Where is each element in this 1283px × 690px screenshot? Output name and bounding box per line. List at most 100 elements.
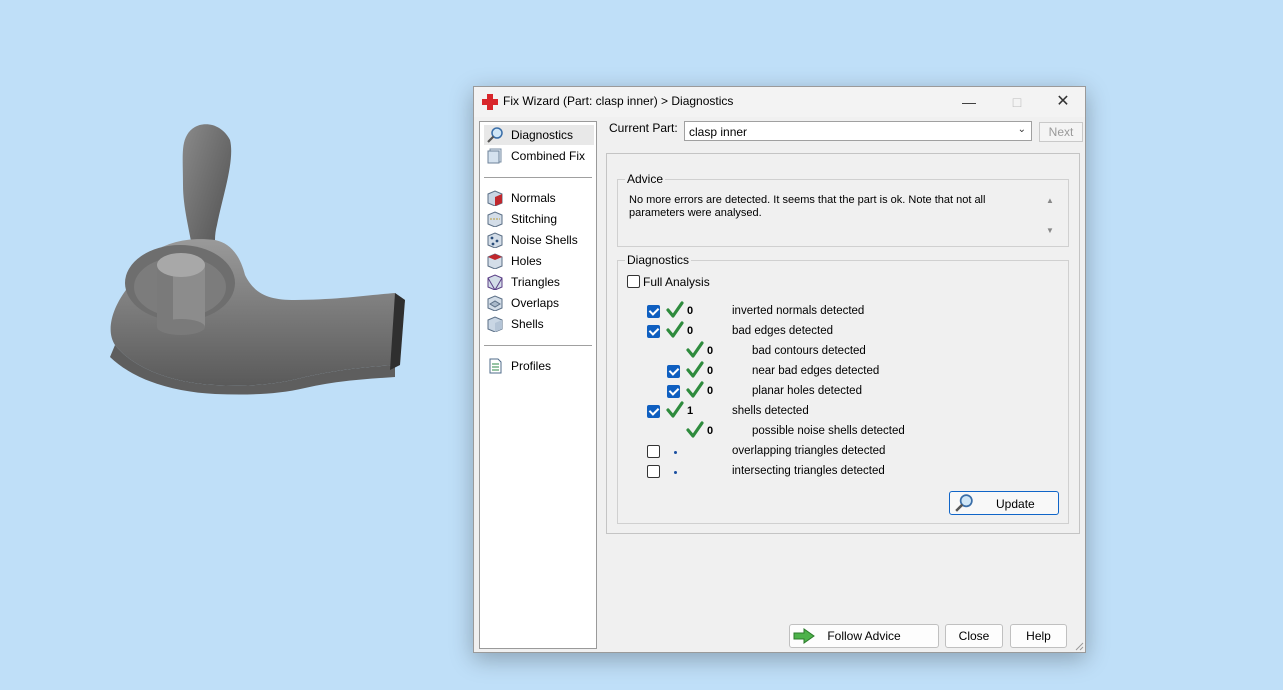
- minimize-icon: —: [962, 94, 976, 110]
- nav-item-stitching[interactable]: Stitching: [484, 209, 594, 229]
- red-cross-icon: [482, 94, 498, 110]
- nav-item-overlaps[interactable]: Overlaps: [484, 293, 594, 313]
- nav-label: Normals: [511, 191, 556, 205]
- nav-label: Profiles: [511, 359, 552, 373]
- next-button[interactable]: Next: [1039, 122, 1083, 142]
- close-button[interactable]: Close: [945, 624, 1003, 648]
- bad-edges-label: bad edges detected: [732, 325, 834, 337]
- minimize-button[interactable]: —: [946, 87, 992, 117]
- nav-label: Stitching: [511, 212, 558, 226]
- green-check-icon: [666, 321, 684, 338]
- planar-holes-checkbox[interactable]: [667, 385, 680, 398]
- current-part-label: Current Part:: [609, 121, 678, 135]
- nav-item-holes[interactable]: Holes: [484, 251, 594, 271]
- nav-item-noise-shells[interactable]: Noise Shells: [484, 230, 594, 250]
- magnifier-icon: [955, 494, 973, 512]
- nav-item-normals[interactable]: Normals: [484, 188, 594, 208]
- nav-separator: [484, 177, 592, 178]
- advice-textbox[interactable]: No more errors are detected. It seems th…: [619, 191, 1067, 239]
- fix-wizard-dialog: Fix Wizard (Part: clasp inner) > Diagnos…: [473, 86, 1086, 653]
- inverted-normals-label: inverted normals detected: [732, 305, 865, 317]
- update-label: Update: [996, 497, 1035, 511]
- nav-separator: [484, 345, 592, 346]
- combined-fix-icon: [487, 148, 502, 164]
- scroll-down-icon[interactable]: ▼: [1046, 226, 1054, 235]
- profiles-icon: [489, 358, 502, 374]
- nav-item-profiles[interactable]: Profiles: [484, 356, 594, 376]
- bad-edges-count: 0: [687, 325, 694, 337]
- part-3d-model[interactable]: [95, 115, 415, 395]
- follow-advice-button[interactable]: Follow Advice: [789, 624, 939, 648]
- green-check-icon: [686, 421, 704, 438]
- overlapping-triangles-label: overlapping triangles detected: [732, 445, 886, 457]
- maximize-icon: □: [1012, 94, 1022, 110]
- nav-label: Holes: [511, 254, 542, 268]
- intersecting-triangles-checkbox[interactable]: [647, 465, 660, 478]
- chevron-down-icon: ⌄: [1017, 124, 1026, 135]
- overlapping-triangles-checkbox[interactable]: [647, 445, 660, 458]
- inverted-normals-checkbox[interactable]: [647, 305, 660, 318]
- noise-shells-label: possible noise shells detected: [752, 425, 905, 437]
- near-bad-edges-count: 0: [707, 365, 714, 377]
- title-bar[interactable]: Fix Wizard (Part: clasp inner) > Diagnos…: [474, 87, 1085, 117]
- current-part-value: clasp inner: [689, 125, 748, 139]
- shells-checkbox[interactable]: [647, 405, 660, 418]
- resize-grip-icon[interactable]: [1074, 641, 1084, 651]
- noise-shells-icon: [487, 232, 503, 248]
- nav-label: Noise Shells: [511, 233, 578, 247]
- shells-label: shells detected: [732, 405, 809, 417]
- help-button[interactable]: Help: [1010, 624, 1067, 648]
- nav-label: Diagnostics: [511, 128, 574, 142]
- nav-item-shells[interactable]: Shells: [484, 314, 594, 334]
- green-check-icon: [686, 341, 704, 358]
- holes-icon: [487, 253, 503, 269]
- advice-group: Advice No more errors are detected. It s…: [617, 172, 1069, 247]
- near-bad-edges-checkbox[interactable]: [667, 365, 680, 378]
- close-window-button[interactable]: ✕: [1040, 87, 1086, 117]
- green-check-icon: [666, 301, 684, 318]
- green-check-icon: [666, 401, 684, 418]
- bad-edges-checkbox[interactable]: [647, 325, 660, 338]
- full-analysis-checkbox[interactable]: [627, 275, 640, 288]
- pending-dot-icon: [674, 451, 677, 454]
- bad-contours-count: 0: [707, 345, 714, 357]
- nav-item-diagnostics[interactable]: Diagnostics: [484, 125, 594, 145]
- nav-item-triangles[interactable]: Triangles: [484, 272, 594, 292]
- update-button[interactable]: Update: [949, 491, 1059, 515]
- window-title: Fix Wizard (Part: clasp inner) > Diagnos…: [503, 94, 734, 108]
- nav-label: Combined Fix: [511, 149, 586, 163]
- noise-shells-count: 0: [707, 425, 714, 437]
- planar-holes-count: 0: [707, 385, 714, 397]
- shells-count: 1: [687, 405, 694, 417]
- bad-contours-label: bad contours detected: [752, 345, 866, 357]
- pending-dot-icon: [674, 471, 677, 474]
- near-bad-edges-label: near bad edges detected: [752, 365, 880, 377]
- maximize-button[interactable]: □: [994, 87, 1040, 117]
- advice-title: Advice: [625, 172, 666, 186]
- diagnostics-panel: Advice No more errors are detected. It s…: [606, 153, 1080, 534]
- planar-holes-label: planar holes detected: [752, 385, 862, 397]
- diagnostics-group: Diagnostics Full Analysis 0 inverted nor…: [617, 253, 1069, 524]
- nav-label: Triangles: [511, 275, 560, 289]
- shells-icon: [487, 316, 503, 332]
- advice-text: No more errors are detected. It seems th…: [629, 194, 986, 219]
- magnifier-icon: [487, 127, 503, 143]
- current-part-select[interactable]: clasp inner ⌄: [684, 121, 1032, 141]
- normals-icon: [487, 190, 503, 206]
- inverted-normals-count: 0: [687, 305, 694, 317]
- close-icon: ✕: [1056, 93, 1070, 110]
- diagnostics-title: Diagnostics: [625, 253, 692, 267]
- green-check-icon: [686, 381, 704, 398]
- full-analysis-label: Full Analysis: [643, 275, 710, 289]
- follow-advice-label: Follow Advice: [827, 629, 901, 643]
- green-check-icon: [686, 361, 704, 378]
- green-arrow-icon: [793, 628, 815, 644]
- nav-item-combined-fix[interactable]: Combined Fix: [484, 146, 594, 166]
- scroll-up-icon[interactable]: ▲: [1046, 196, 1054, 205]
- wizard-navigation: Diagnostics Combined Fix Normals Stitchi…: [479, 121, 597, 649]
- intersecting-triangles-label: intersecting triangles detected: [732, 465, 885, 477]
- stitching-icon: [487, 211, 503, 227]
- overlaps-icon: [487, 295, 503, 311]
- triangles-icon: [487, 274, 503, 290]
- nav-label: Shells: [511, 317, 544, 331]
